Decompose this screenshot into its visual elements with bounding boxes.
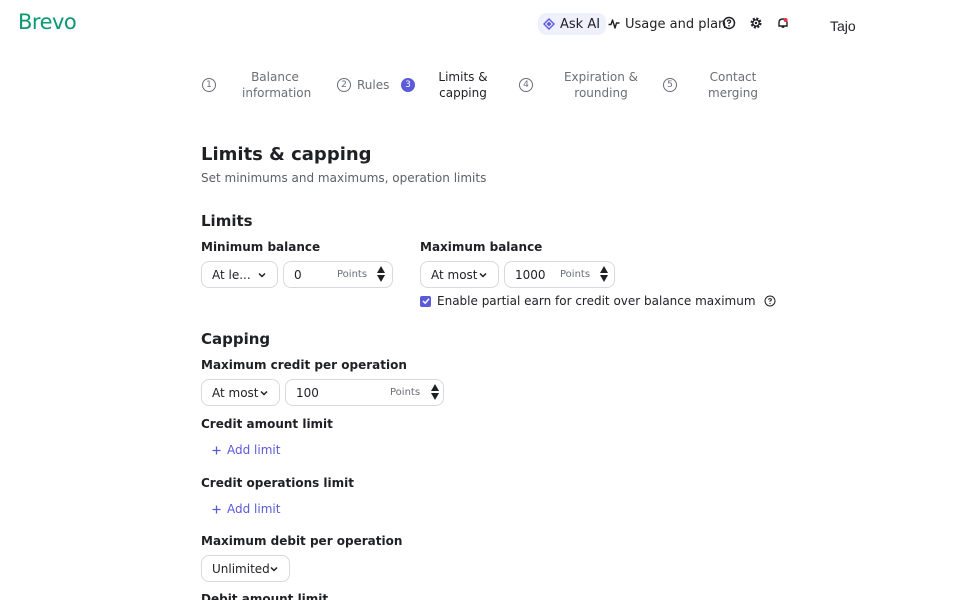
page-title: Limits & capping — [201, 144, 372, 165]
partial-earn-label[interactable]: Enable partial earn for credit over bala… — [437, 294, 756, 308]
limits-section-title: Limits — [201, 212, 253, 230]
add-limit-label: Add limit — [227, 443, 281, 457]
step-number: 3 — [401, 78, 415, 92]
step-label: merging — [708, 86, 758, 100]
activity-icon — [608, 19, 620, 29]
increment-icon[interactable] — [377, 266, 385, 273]
select-value: At most — [431, 267, 478, 282]
debit-amount-limit-label: Debit amount limit — [201, 592, 329, 600]
step-label: Contact — [709, 70, 757, 84]
partial-earn-checkbox[interactable] — [420, 295, 431, 307]
number-stepper[interactable] — [377, 266, 385, 282]
input-value: 0 — [294, 267, 302, 282]
capping-section-title: Capping — [201, 330, 271, 348]
credit-operations-limit-label: Credit operations limit — [201, 476, 355, 490]
max-debit-per-operation-label: Maximum debit per operation — [201, 534, 403, 548]
minimum-balance-input[interactable]: 0 Points — [283, 261, 393, 288]
usage-and-plan-button[interactable]: Usage and plan — [608, 13, 726, 35]
add-credit-operations-limit-button[interactable]: Add limit — [212, 502, 280, 516]
chevron-down-icon — [258, 272, 266, 278]
maximum-balance-operator-select[interactable]: At most — [420, 261, 499, 288]
user-name[interactable]: Tajo — [830, 18, 856, 34]
step-number: 2 — [337, 78, 351, 92]
maximum-balance-input[interactable]: 1000 Points — [504, 261, 615, 288]
add-credit-amount-limit-button[interactable]: Add limit — [212, 443, 280, 457]
add-limit-label: Add limit — [227, 502, 281, 516]
plus-icon — [212, 446, 221, 454]
max-credit-input[interactable]: 100 Points — [285, 379, 444, 406]
credit-amount-limit-label: Credit amount limit — [201, 417, 333, 431]
gear-icon[interactable] — [749, 16, 763, 30]
plus-icon — [212, 505, 221, 513]
select-value: At most — [212, 385, 259, 400]
step-label: information — [242, 86, 312, 100]
step-number: 5 — [663, 78, 677, 92]
points-unit: Points — [337, 269, 368, 280]
decrement-icon[interactable] — [600, 275, 608, 282]
help-icon[interactable] — [764, 295, 776, 307]
minimum-balance-label: Minimum balance — [201, 240, 321, 254]
progress-stepper: 1 Balance information 2 Rules 3 Limits &… — [0, 66, 960, 106]
maximum-balance-label: Maximum balance — [420, 240, 543, 254]
step-contact-merging[interactable]: 5 Contact merging — [663, 69, 763, 101]
increment-icon[interactable] — [431, 384, 439, 391]
step-label: Limits & — [438, 70, 488, 84]
sparkle-icon — [543, 18, 555, 30]
input-value: 100 — [296, 385, 319, 400]
step-label: Balance — [251, 70, 299, 84]
step-number: 1 — [202, 78, 216, 92]
help-icon[interactable] — [722, 16, 736, 30]
max-credit-operator-select[interactable]: At most — [201, 379, 280, 406]
brevo-logo[interactable]: Brevo — [18, 10, 77, 34]
page-subtitle: Set minimums and maximums, operation lim… — [201, 171, 487, 185]
usage-label: Usage and plan — [625, 16, 727, 32]
ask-ai-label: Ask AI — [560, 16, 601, 32]
partial-earn-option: Enable partial earn for credit over bala… — [420, 294, 776, 308]
step-label: capping — [439, 86, 487, 100]
points-unit: Points — [390, 387, 421, 398]
step-label: Rules — [357, 78, 390, 92]
points-unit: Points — [560, 269, 591, 280]
minimum-balance-operator-select[interactable]: At le... — [201, 261, 278, 288]
chevron-down-icon — [270, 566, 278, 572]
number-stepper[interactable] — [431, 384, 439, 400]
step-balance-information[interactable]: 1 Balance information — [202, 69, 312, 101]
max-credit-per-operation-label: Maximum credit per operation — [201, 358, 407, 372]
step-number: 4 — [519, 78, 533, 92]
select-value: Unlimited — [212, 561, 270, 576]
step-limits-capping[interactable]: 3 Limits & capping — [401, 69, 491, 101]
step-rules[interactable]: 2 Rules — [337, 77, 389, 93]
step-expiration-rounding[interactable]: 4 Expiration & rounding — [519, 69, 643, 101]
number-stepper[interactable] — [600, 266, 608, 282]
decrement-icon[interactable] — [377, 275, 385, 282]
ask-ai-button[interactable]: Ask AI — [538, 13, 607, 35]
chevron-down-icon — [479, 272, 487, 278]
checkmark-icon — [421, 298, 430, 305]
step-label: Expiration & — [563, 70, 639, 84]
decrement-icon[interactable] — [431, 393, 439, 400]
step-label: rounding — [574, 86, 628, 100]
increment-icon[interactable] — [600, 266, 608, 273]
bell-icon[interactable] — [776, 16, 790, 30]
chevron-down-icon — [260, 390, 268, 396]
max-debit-operator-select[interactable]: Unlimited — [201, 555, 290, 582]
select-value: At le... — [212, 267, 251, 282]
top-header: Brevo Ask AI Usage and plan Tajo — [0, 0, 960, 50]
input-value: 1000 — [515, 267, 546, 282]
